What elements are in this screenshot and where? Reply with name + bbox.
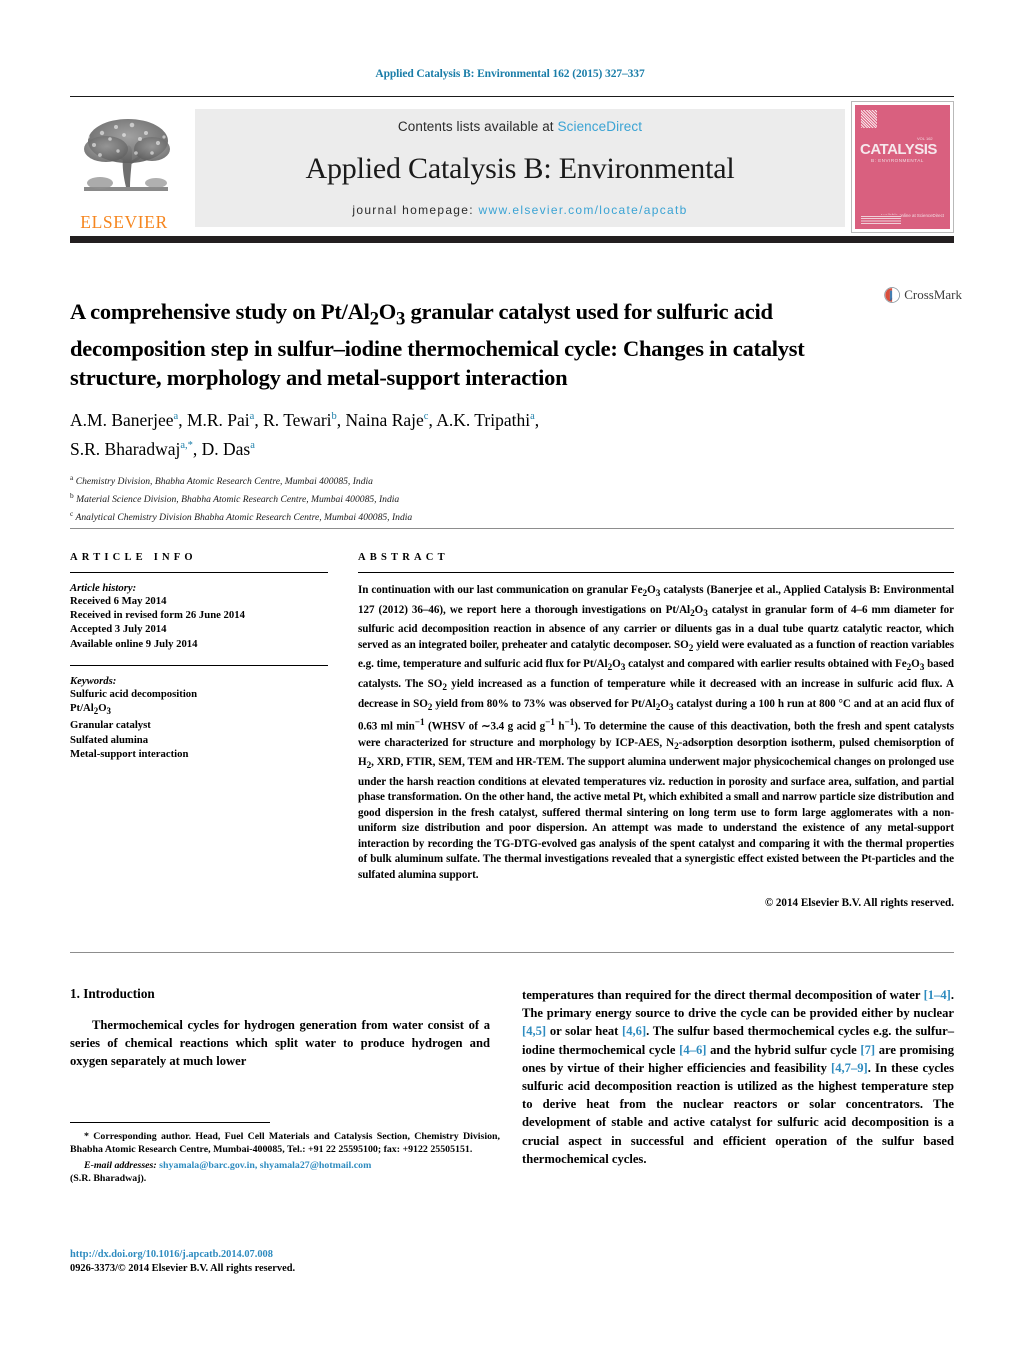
author-line-1: A.M. Banerjeea, M.R. Paia, R. Tewarib, N… — [70, 409, 540, 430]
keyword-item: Sulfuric acid decomposition — [70, 687, 198, 700]
article-history-received: Received 6 May 2014 — [70, 595, 167, 607]
body-column-right: temperatures than required for the direc… — [522, 986, 954, 1168]
header-rule — [70, 528, 954, 529]
contents-list-line: Contents lists available at ScienceDirec… — [398, 119, 642, 134]
masthead-divider — [70, 236, 954, 243]
abstract-bottom-rule — [70, 952, 954, 953]
crossmark-badge[interactable]: CrossMark — [884, 278, 962, 312]
article-info-rule — [70, 572, 328, 573]
journal-cover-art: VOL 162 CATALYSIS B: ENVIRONMENTAL Avail… — [855, 105, 950, 229]
citation-ref[interactable]: [4,5] — [522, 1024, 546, 1038]
doi-block: http://dx.doi.org/10.1016/j.apcatb.2014.… — [70, 1248, 500, 1276]
keyword-item: Pt/Al2O3 — [70, 702, 111, 717]
email-owner: (S.R. Bharadwaj). — [70, 1173, 147, 1185]
keyword-item: Sulfated alumina — [70, 733, 149, 746]
affiliation-b: b Material Science Division, Bhabha Atom… — [70, 490, 400, 505]
abstract-rule — [358, 572, 954, 573]
footnote-rule — [70, 1122, 270, 1123]
abstract-text: In continuation with our last communicat… — [358, 584, 955, 881]
citation-ref[interactable]: [4–6] — [679, 1043, 706, 1057]
article-history-revised: Received in revised form 26 June 2014 — [70, 609, 245, 622]
page-title: A comprehensive study on Pt/Al2O3 granul… — [70, 299, 805, 390]
citation-ref[interactable]: [4,7–9] — [831, 1061, 868, 1075]
section-heading-introduction: 1. Introduction — [70, 986, 155, 1001]
affiliation-c: c Analytical Chemistry Division Bhabha A… — [70, 508, 413, 523]
doi-link[interactable]: http://dx.doi.org/10.1016/j.apcatb.2014.… — [70, 1248, 500, 1262]
abstract-column: ABSTRACT In continuation with our last c… — [358, 552, 954, 909]
email-label: E-mail addresses: — [84, 1159, 157, 1171]
citation-ref[interactable]: [7] — [860, 1043, 875, 1057]
affiliation-list: a Chemistry Division, Bhabha Atomic Rese… — [70, 471, 670, 524]
sciencedirect-link[interactable]: ScienceDirect — [558, 119, 643, 134]
journal-homepage-line: journal homepage: www.elsevier.com/locat… — [352, 203, 687, 217]
elsevier-tree-icon — [72, 109, 176, 213]
crossmark-icon — [884, 287, 900, 303]
intro-paragraph-right: temperatures than required for the direc… — [522, 988, 954, 1166]
intro-paragraph-left: Thermochemical cycles for hydrogen gener… — [70, 1018, 490, 1069]
body-column-left: 1. Introduction Thermochemical cycles fo… — [70, 986, 490, 1071]
keywords-label: Keywords: — [70, 674, 117, 687]
contents-prefix: Contents lists available at — [397, 119, 558, 134]
running-head: Applied Catalysis B: Environmental 162 (… — [375, 68, 645, 80]
citation-ref[interactable]: [4,6] — [622, 1024, 646, 1038]
cover-title: CATALYSIS — [860, 141, 937, 158]
keyword-item: Metal-support interaction — [70, 747, 189, 760]
journal-masthead: ELSEVIER Contents lists available at Sci… — [70, 96, 954, 236]
keywords-rule — [70, 664, 328, 666]
cover-elsevier-icon — [861, 110, 877, 128]
affiliation-a: a Chemistry Division, Bhabha Atomic Rese… — [70, 473, 373, 488]
citation-ref[interactable]: [1–4] — [924, 988, 951, 1002]
crossmark-label: CrossMark — [904, 287, 962, 302]
author-line-2: S.R. Bharadwaja,*, D. Dasa — [70, 438, 255, 459]
issn-copyright-line: 0926-3373/© 2014 Elsevier B.V. All right… — [70, 1263, 296, 1275]
cover-subtitle: B: ENVIRONMENTAL — [871, 158, 924, 163]
corresponding-marker: * — [84, 1131, 89, 1142]
author-list: A.M. Banerjeea, M.R. Paia, R. Tewarib, N… — [70, 404, 860, 462]
keyword-item: Granular catalyst — [70, 719, 151, 732]
article-history-online: Available online 9 July 2014 — [70, 637, 198, 650]
elsevier-logo: ELSEVIER — [70, 103, 178, 231]
journal-title: Applied Catalysis B: Environmental — [305, 152, 735, 185]
abstract-copyright: © 2014 Elsevier B.V. All rights reserved… — [764, 897, 954, 910]
email-links[interactable]: shyamala@barc.gov.in, shyamala27@hotmail… — [159, 1160, 371, 1171]
email-note: E-mail addresses: shyamala@barc.gov.in, … — [70, 1159, 500, 1172]
sciencedirect-bar: Contents lists available at ScienceDirec… — [195, 109, 845, 227]
article-info-column: ARTICLE INFO Article history: Received 6… — [70, 552, 328, 761]
homepage-label: journal homepage: — [352, 203, 479, 217]
elsevier-wordmark: ELSEVIER — [80, 211, 168, 232]
article-history-label: Article history: — [70, 582, 137, 594]
article-info-heading: ARTICLE INFO — [70, 552, 197, 563]
article-history-accepted: Accepted 3 July 2014 — [70, 623, 167, 636]
journal-article-first-page: Applied Catalysis B: Environmental 162 (… — [0, 0, 1020, 1351]
homepage-url-link[interactable]: www.elsevier.com/locate/apcatb — [479, 203, 688, 217]
corresponding-author-note: * Corresponding author. Head, Fuel Cell … — [70, 1131, 501, 1156]
footnote-block: * Corresponding author. Head, Fuel Cell … — [70, 1130, 500, 1186]
cover-text-block — [861, 215, 901, 224]
journal-cover-thumbnail[interactable]: VOL 162 CATALYSIS B: ENVIRONMENTAL Avail… — [851, 101, 954, 233]
abstract-heading: ABSTRACT — [358, 552, 449, 563]
